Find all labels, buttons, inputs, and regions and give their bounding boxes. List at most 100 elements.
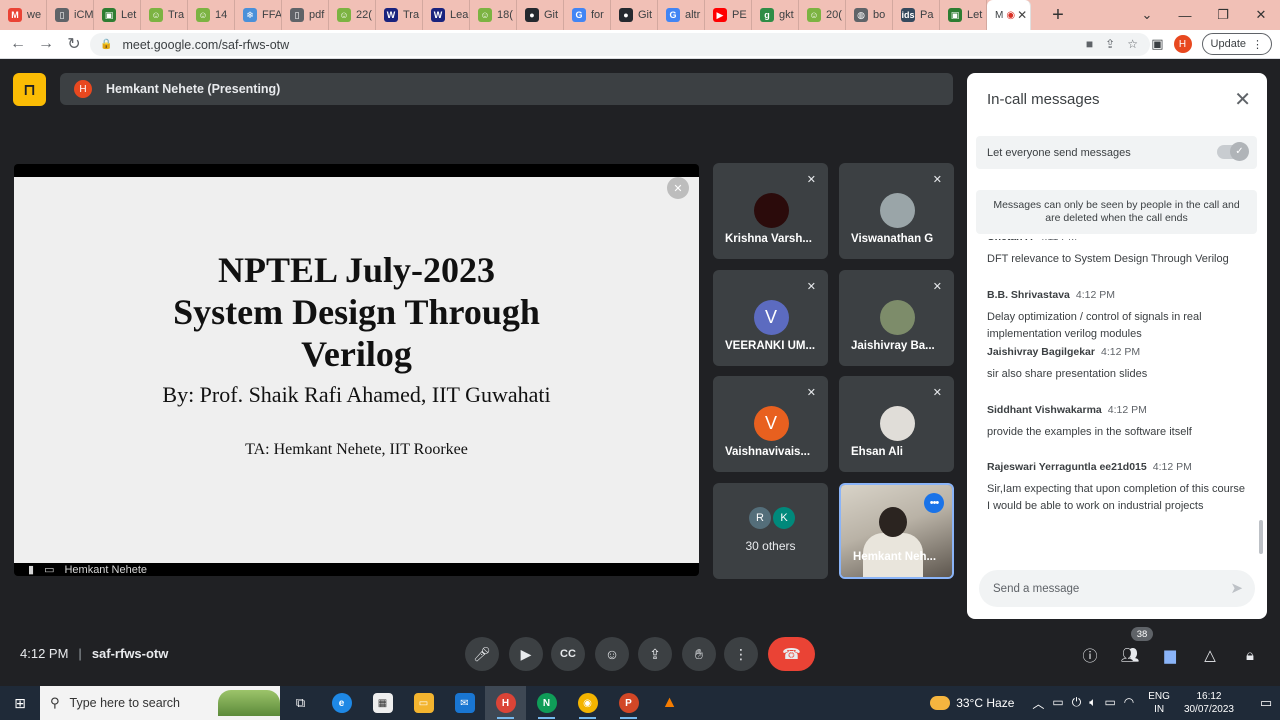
network-icon[interactable]: ▭: [1052, 695, 1063, 712]
browser-tab[interactable]: ☺ 20(: [799, 0, 846, 30]
browser-tab[interactable]: Gfor: [564, 0, 611, 30]
tab-label: M: [995, 9, 1004, 21]
tab-search-icon[interactable]: ⌄: [1128, 0, 1166, 30]
browser-tab[interactable]: ● Git: [611, 0, 658, 30]
more-options-button[interactable]: ⋮: [724, 637, 758, 671]
close-tab-icon[interactable]: ✕: [1017, 8, 1027, 22]
raise-hand-button[interactable]: ✋︎: [682, 637, 716, 671]
mail-icon[interactable]: ✉: [444, 686, 485, 720]
browser-tab[interactable]: g gkt: [752, 0, 799, 30]
browser-tab[interactable]: ▣ Let: [94, 0, 141, 30]
participant-tile[interactable]: ✕ Jaishivray Ba...: [839, 270, 954, 366]
browser-tab[interactable]: ▯ pdf: [282, 0, 329, 30]
chat-icon[interactable]: ▆: [1159, 644, 1181, 666]
captions-button[interactable]: CC: [551, 637, 585, 671]
reload-button[interactable]: ↻: [60, 31, 88, 57]
vlc-icon[interactable]: ▲: [649, 686, 690, 720]
new-tab-button[interactable]: +: [1043, 0, 1073, 30]
address-bar[interactable]: 🔒 meet.google.com/saf-rfws-otw ■ ⇪ ☆: [90, 33, 1150, 56]
avatar: R: [749, 507, 771, 529]
speaker-icon[interactable]: 🔈︎: [1089, 695, 1096, 712]
chrome-profile-n-icon[interactable]: N: [526, 686, 567, 720]
camera-icon[interactable]: ■: [1086, 37, 1093, 51]
browser-tab-strip: Mwe ▯ iCM ▣ Let ☺ Tra ☺ 14 ❄ FFA ▯ pdf ☺ 22(W Tra W Lea ☺ 1…: [0, 0, 1280, 30]
activities-icon[interactable]: △: [1199, 644, 1221, 666]
browser-tab[interactable]: ☺ Tra: [141, 0, 188, 30]
self-video-tile[interactable]: ••• Hemkant Neh...: [839, 483, 954, 579]
windows-start-icon[interactable]: ⊞: [0, 686, 40, 720]
participant-tile[interactable]: ✕ V VEERANKI UM...: [713, 270, 828, 366]
chrome-profile-h-icon[interactable]: H: [485, 686, 526, 720]
pin-icon[interactable]: ▮: [28, 563, 34, 576]
browser-tab[interactable]: W Tra: [376, 0, 423, 30]
participant-tile[interactable]: ✕ Viswanathan G: [839, 163, 954, 259]
chrome-icon[interactable]: ◉: [567, 686, 608, 720]
sidebar-icon[interactable]: ▣: [1151, 36, 1163, 52]
powerpoint-icon[interactable]: P: [608, 686, 649, 720]
bookmark-star-icon[interactable]: ☆: [1127, 37, 1138, 51]
camera-button[interactable]: ▶︎: [509, 637, 543, 671]
display-icon[interactable]: ▭: [1104, 695, 1115, 712]
browser-tab[interactable]: ▣ Let: [940, 0, 987, 30]
active-tab[interactable]: M ◉ ✕: [987, 0, 1031, 30]
others-tile[interactable]: R K 30 others: [713, 483, 828, 579]
profile-avatar[interactable]: H: [1173, 35, 1192, 53]
send-icon[interactable]: ➤: [1230, 579, 1243, 597]
language-indicator[interactable]: ENG IN: [1148, 690, 1170, 716]
chat-scrollbar[interactable]: [1259, 520, 1263, 554]
present-button[interactable]: ⇪: [638, 637, 672, 671]
participant-tile[interactable]: ✕ Krishna Varsh...: [713, 163, 828, 259]
browser-tab[interactable]: ❄ FFA: [235, 0, 282, 30]
lock-icon[interactable]: 🔒: [100, 39, 112, 50]
browser-tab[interactable]: ● Git: [517, 0, 564, 30]
minimize-button[interactable]: —: [1166, 0, 1204, 30]
browser-tab[interactable]: ▯ iCM: [47, 0, 94, 30]
taskbar-clock[interactable]: 16:12 30/07/2023: [1184, 690, 1234, 716]
close-icon[interactable]: ✕: [1234, 87, 1251, 112]
message-placeholder: Send a message: [993, 582, 1080, 595]
browser-tab[interactable]: ☺ 18(: [470, 0, 517, 30]
update-button[interactable]: Update ⋮: [1201, 33, 1272, 55]
close-window-button[interactable]: ✕: [1242, 0, 1280, 30]
power-icon[interactable]: ⏻: [1072, 695, 1082, 712]
slide: NPTEL July-2023 System Design Through Ve…: [14, 177, 699, 563]
taskbar-search[interactable]: ⚲ Type here to search: [40, 686, 280, 720]
people-icon[interactable]: 👥︎: [1119, 644, 1141, 666]
browser-tab[interactable]: W Lea: [423, 0, 470, 30]
notifications-icon[interactable]: ▭: [1252, 695, 1280, 711]
browser-tab[interactable]: ◍ bo: [846, 0, 893, 30]
maximize-button[interactable]: ❐: [1204, 0, 1242, 30]
reactions-button[interactable]: ☺: [595, 637, 629, 671]
browser-tab[interactable]: ids Pa: [893, 0, 940, 30]
store-icon[interactable]: ▦: [362, 686, 403, 720]
meeting-code: saf-rfws-otw: [91, 646, 169, 661]
tab-label: Git: [638, 9, 653, 21]
task-view-icon[interactable]: ⧉: [280, 686, 321, 720]
browser-tab[interactable]: ☺ 14: [188, 0, 235, 30]
forward-button[interactable]: →: [32, 31, 60, 57]
browser-tab[interactable]: Mwe: [0, 0, 47, 30]
participant-tile[interactable]: ✕ V Vaishnavivais...: [713, 376, 828, 472]
wifi-icon[interactable]: ◠: [1124, 695, 1134, 712]
message-input[interactable]: Send a message ➤: [979, 570, 1255, 607]
chat-permission-toggle[interactable]: ✓: [1217, 142, 1249, 161]
share-icon[interactable]: ⇪: [1105, 37, 1115, 51]
browser-tab[interactable]: ☺ 22(: [329, 0, 376, 30]
browser-tab[interactable]: ▶ PE: [705, 0, 752, 30]
avatar: V: [753, 300, 789, 335]
file-explorer-icon[interactable]: ▭: [403, 686, 444, 720]
weather-widget[interactable]: 33°C Haze: [930, 696, 1014, 710]
back-button[interactable]: ←: [4, 31, 32, 57]
mic-button[interactable]: 🎤︎: [465, 637, 499, 671]
more-options-icon[interactable]: •••: [924, 493, 944, 513]
presentation-icon[interactable]: ⊓: [13, 73, 46, 106]
host-controls-icon[interactable]: 🔒︎: [1239, 644, 1261, 666]
browser-tab[interactable]: Galtr: [658, 0, 705, 30]
chevron-up-icon[interactable]: ︿: [1032, 695, 1044, 712]
edge-icon[interactable]: e: [321, 686, 362, 720]
meeting-details-icon[interactable]: ⓘ: [1079, 644, 1101, 666]
participant-tile[interactable]: ✕ Ehsan Ali: [839, 376, 954, 472]
message-time: 4:12 PM: [1100, 346, 1141, 358]
phone-hangup-icon: ☎︎: [782, 646, 801, 663]
leave-call-button[interactable]: ☎︎: [768, 637, 815, 671]
